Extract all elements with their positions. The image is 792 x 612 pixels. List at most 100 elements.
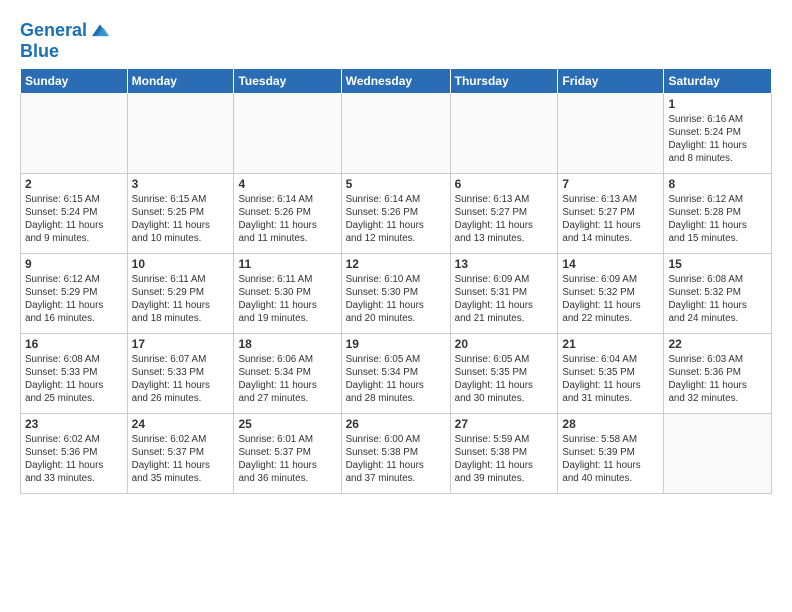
day-info: Sunrise: 6:14 AM Sunset: 5:26 PM Dayligh… <box>238 193 336 246</box>
day-info: Sunrise: 6:13 AM Sunset: 5:27 PM Dayligh… <box>562 193 659 246</box>
day-info: Sunrise: 6:02 AM Sunset: 5:36 PM Dayligh… <box>25 433 123 486</box>
day-number: 8 <box>668 177 767 191</box>
weekday-header-tuesday: Tuesday <box>234 68 341 93</box>
calendar-cell: 4 Sunrise: 6:14 AM Sunset: 5:26 PM Daylig… <box>234 173 341 253</box>
day-info: Sunrise: 6:05 AM Sunset: 5:35 PM Dayligh… <box>455 353 554 406</box>
calendar-cell: 3 Sunrise: 6:15 AM Sunset: 5:25 PM Daylig… <box>127 173 234 253</box>
calendar-cell: 15Sunrise: 6:08 AM Sunset: 5:32 PM Dayli… <box>664 253 772 333</box>
day-info: Sunrise: 5:58 AM Sunset: 5:39 PM Dayligh… <box>562 433 659 486</box>
day-number: 15 <box>668 257 767 271</box>
day-info: Sunrise: 6:00 AM Sunset: 5:38 PM Dayligh… <box>346 433 446 486</box>
calendar-cell: 7 Sunrise: 6:13 AM Sunset: 5:27 PM Daylig… <box>558 173 664 253</box>
day-number: 5 <box>346 177 446 191</box>
day-number: 26 <box>346 417 446 431</box>
week-row-0: 1 Sunrise: 6:16 AM Sunset: 5:24 PM Daylig… <box>21 93 772 173</box>
calendar-cell: 24 Sunrise: 6:02 AM Sunset: 5:37 PM Dayli… <box>127 413 234 493</box>
calendar-cell <box>127 93 234 173</box>
day-info: Sunrise: 6:02 AM Sunset: 5:37 PM Dayligh… <box>132 433 230 486</box>
calendar-cell: 2Sunrise: 6:15 AM Sunset: 5:24 PM Daylig… <box>21 173 128 253</box>
logo: General Blue <box>20 20 111 62</box>
day-number: 16 <box>25 337 123 351</box>
day-info: Sunrise: 6:03 AM Sunset: 5:36 PM Dayligh… <box>668 353 767 406</box>
day-number: 23 <box>25 417 123 431</box>
day-number: 25 <box>238 417 336 431</box>
calendar-cell <box>21 93 128 173</box>
calendar-cell: 5 Sunrise: 6:14 AM Sunset: 5:26 PM Daylig… <box>341 173 450 253</box>
day-number: 4 <box>238 177 336 191</box>
day-info: Sunrise: 6:15 AM Sunset: 5:24 PM Dayligh… <box>25 193 123 246</box>
day-number: 1 <box>668 97 767 111</box>
day-number: 24 <box>132 417 230 431</box>
calendar-body: 1 Sunrise: 6:16 AM Sunset: 5:24 PM Daylig… <box>21 93 772 493</box>
day-info: Sunrise: 6:12 AM Sunset: 5:29 PM Dayligh… <box>25 273 123 326</box>
calendar-cell <box>664 413 772 493</box>
day-info: Sunrise: 6:07 AM Sunset: 5:33 PM Dayligh… <box>132 353 230 406</box>
day-number: 12 <box>346 257 446 271</box>
weekday-header-row: SundayMondayTuesdayWednesdayThursdayFrid… <box>21 68 772 93</box>
calendar-cell: 6 Sunrise: 6:13 AM Sunset: 5:27 PM Daylig… <box>450 173 558 253</box>
day-number: 20 <box>455 337 554 351</box>
day-info: Sunrise: 6:15 AM Sunset: 5:25 PM Dayligh… <box>132 193 230 246</box>
weekday-header-wednesday: Wednesday <box>341 68 450 93</box>
calendar-cell: 23 Sunrise: 6:02 AM Sunset: 5:36 PM Dayli… <box>21 413 128 493</box>
day-number: 21 <box>562 337 659 351</box>
logo-icon <box>89 20 111 42</box>
day-number: 3 <box>132 177 230 191</box>
day-info: Sunrise: 6:11 AM Sunset: 5:29 PM Dayligh… <box>132 273 230 326</box>
day-info: Sunrise: 6:16 AM Sunset: 5:24 PM Dayligh… <box>668 113 767 166</box>
calendar-cell: 8 Sunrise: 6:12 AM Sunset: 5:28 PM Daylig… <box>664 173 772 253</box>
day-info: Sunrise: 5:59 AM Sunset: 5:38 PM Dayligh… <box>455 433 554 486</box>
weekday-header-sunday: Sunday <box>21 68 128 93</box>
day-number: 19 <box>346 337 446 351</box>
calendar-cell: 16 Sunrise: 6:08 AM Sunset: 5:33 PM Dayli… <box>21 333 128 413</box>
calendar-cell: 22 Sunrise: 6:03 AM Sunset: 5:36 PM Dayli… <box>664 333 772 413</box>
calendar-cell: 11Sunrise: 6:11 AM Sunset: 5:30 PM Dayli… <box>234 253 341 333</box>
calendar-cell: 25Sunrise: 6:01 AM Sunset: 5:37 PM Dayli… <box>234 413 341 493</box>
day-info: Sunrise: 6:11 AM Sunset: 5:30 PM Dayligh… <box>238 273 336 326</box>
day-info: Sunrise: 6:04 AM Sunset: 5:35 PM Dayligh… <box>562 353 659 406</box>
weekday-header-saturday: Saturday <box>664 68 772 93</box>
day-number: 22 <box>668 337 767 351</box>
day-number: 28 <box>562 417 659 431</box>
header: General Blue <box>20 16 772 62</box>
week-row-3: 16 Sunrise: 6:08 AM Sunset: 5:33 PM Dayli… <box>21 333 772 413</box>
calendar-cell: 28 Sunrise: 5:58 AM Sunset: 5:39 PM Dayli… <box>558 413 664 493</box>
calendar: SundayMondayTuesdayWednesdayThursdayFrid… <box>20 68 772 494</box>
day-number: 6 <box>455 177 554 191</box>
calendar-cell: 21 Sunrise: 6:04 AM Sunset: 5:35 PM Dayli… <box>558 333 664 413</box>
calendar-cell: 27 Sunrise: 5:59 AM Sunset: 5:38 PM Dayli… <box>450 413 558 493</box>
weekday-header-monday: Monday <box>127 68 234 93</box>
calendar-cell: 26 Sunrise: 6:00 AM Sunset: 5:38 PM Dayli… <box>341 413 450 493</box>
day-number: 17 <box>132 337 230 351</box>
day-info: Sunrise: 6:13 AM Sunset: 5:27 PM Dayligh… <box>455 193 554 246</box>
day-info: Sunrise: 6:06 AM Sunset: 5:34 PM Dayligh… <box>238 353 336 406</box>
calendar-cell: 20 Sunrise: 6:05 AM Sunset: 5:35 PM Dayli… <box>450 333 558 413</box>
calendar-cell: 19 Sunrise: 6:05 AM Sunset: 5:34 PM Dayli… <box>341 333 450 413</box>
day-info: Sunrise: 6:09 AM Sunset: 5:31 PM Dayligh… <box>455 273 554 326</box>
week-row-4: 23 Sunrise: 6:02 AM Sunset: 5:36 PM Dayli… <box>21 413 772 493</box>
calendar-cell <box>450 93 558 173</box>
day-info: Sunrise: 6:14 AM Sunset: 5:26 PM Dayligh… <box>346 193 446 246</box>
day-number: 27 <box>455 417 554 431</box>
day-number: 13 <box>455 257 554 271</box>
calendar-cell: 14 Sunrise: 6:09 AM Sunset: 5:32 PM Dayli… <box>558 253 664 333</box>
week-row-2: 9 Sunrise: 6:12 AM Sunset: 5:29 PM Daylig… <box>21 253 772 333</box>
calendar-cell: 12Sunrise: 6:10 AM Sunset: 5:30 PM Dayli… <box>341 253 450 333</box>
day-info: Sunrise: 6:08 AM Sunset: 5:33 PM Dayligh… <box>25 353 123 406</box>
day-number: 14 <box>562 257 659 271</box>
day-number: 10 <box>132 257 230 271</box>
day-info: Sunrise: 6:05 AM Sunset: 5:34 PM Dayligh… <box>346 353 446 406</box>
day-info: Sunrise: 6:09 AM Sunset: 5:32 PM Dayligh… <box>562 273 659 326</box>
calendar-cell: 9 Sunrise: 6:12 AM Sunset: 5:29 PM Daylig… <box>21 253 128 333</box>
day-number: 9 <box>25 257 123 271</box>
calendar-cell: 17 Sunrise: 6:07 AM Sunset: 5:33 PM Dayli… <box>127 333 234 413</box>
logo-blue: Blue <box>20 42 111 62</box>
day-number: 7 <box>562 177 659 191</box>
calendar-cell: 18Sunrise: 6:06 AM Sunset: 5:34 PM Dayli… <box>234 333 341 413</box>
calendar-cell: 10 Sunrise: 6:11 AM Sunset: 5:29 PM Dayli… <box>127 253 234 333</box>
day-info: Sunrise: 6:12 AM Sunset: 5:28 PM Dayligh… <box>668 193 767 246</box>
weekday-header-thursday: Thursday <box>450 68 558 93</box>
calendar-cell <box>341 93 450 173</box>
logo-text: General <box>20 21 87 41</box>
week-row-1: 2Sunrise: 6:15 AM Sunset: 5:24 PM Daylig… <box>21 173 772 253</box>
